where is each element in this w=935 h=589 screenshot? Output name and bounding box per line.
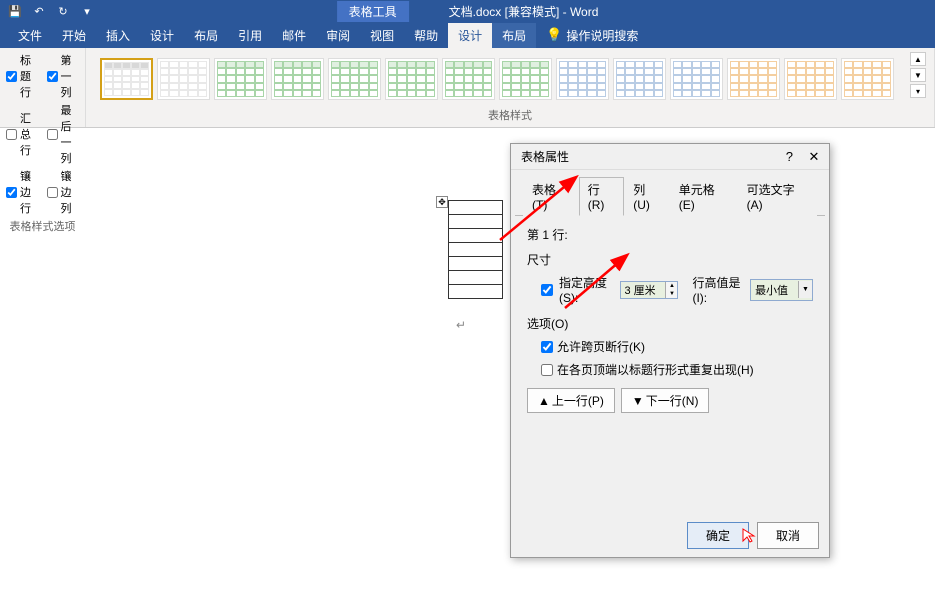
gallery-more-icon[interactable]: ▾ [910,84,926,98]
dialog-titlebar: 表格属性 ? ✕ [511,144,829,170]
height-spinner[interactable]: ▲ ▼ [620,281,678,299]
dialog-tab-alt[interactable]: 可选文字(A) [738,177,817,216]
ok-button[interactable]: 确定 [687,522,749,549]
save-icon[interactable]: 💾 [8,4,22,18]
group-label-styles: 表格样式 [94,105,926,123]
table-move-handle[interactable]: ✥ [436,196,448,208]
style-thumb-6[interactable] [385,58,438,100]
redo-icon[interactable]: ↻ [56,4,70,18]
group-table-style-options: 标题行 第一列 汇总行 最后一列 镶边行 镶边列 表格样式选项 [0,48,86,127]
dialog-tab-cell[interactable]: 单元格(E) [670,177,738,216]
style-thumb-1[interactable] [100,58,153,100]
context-tool-label: 表格工具 [337,1,409,22]
style-thumb-8[interactable] [499,58,552,100]
style-thumb-11[interactable] [670,58,723,100]
document-title: 文档.docx [兼容模式] - Word [449,3,599,20]
tab-layout[interactable]: 布局 [184,23,228,48]
check-banded-cols[interactable]: 镶边列 [47,168,80,216]
table-properties-dialog: 表格属性 ? ✕ 表格(T) 行(R) 列(U) 单元格(E) 可选文字(A) … [510,143,830,558]
title-center: 表格工具 文档.docx [兼容模式] - Word [337,1,599,22]
dialog-footer: 确定 取消 [687,522,819,549]
tab-help[interactable]: 帮助 [404,23,448,48]
tell-me-label: 操作说明搜索 [566,27,638,44]
check-last-col[interactable]: 最后一列 [47,102,80,166]
tell-me-search[interactable]: 💡 操作说明搜索 [546,27,638,44]
tab-mailings[interactable]: 邮件 [272,23,316,48]
cancel-button[interactable]: 取消 [757,522,819,549]
check-banded-rows[interactable]: 镶边行 [6,168,39,216]
style-thumb-13[interactable] [784,58,837,100]
up-arrow-icon: ▲ [538,394,550,408]
tab-insert[interactable]: 插入 [96,23,140,48]
group-label-options: 表格样式选项 [6,216,79,234]
gallery-down-icon[interactable]: ▼ [910,68,926,82]
style-thumb-5[interactable] [328,58,381,100]
dialog-close-icon[interactable]: ✕ [805,149,823,165]
down-arrow-icon: ▼ [632,394,644,408]
combo-value: 最小值 [751,280,798,300]
style-thumb-12[interactable] [727,58,780,100]
row-indicator: 第 1 行: [527,226,813,243]
tab-table-design[interactable]: 设计 [448,23,492,48]
style-options-grid: 标题行 第一列 汇总行 最后一列 镶边行 镶边列 [6,52,79,216]
dialog-tab-table[interactable]: 表格(T) [523,177,579,216]
specify-height-label: 指定高度(S): [559,274,614,305]
height-field-row: 指定高度(S): ▲ ▼ 行高值是(I): 最小值 ▼ [527,274,813,305]
group-table-styles: ▲ ▼ ▾ 表格样式 [86,48,935,127]
tab-file[interactable]: 文件 [8,23,52,48]
style-thumb-14[interactable] [841,58,894,100]
dialog-body: 第 1 行: 尺寸 指定高度(S): ▲ ▼ 行高值是(I): 最小值 ▼ 选项… [511,216,829,423]
check-first-col[interactable]: 第一列 [47,52,80,100]
tab-references[interactable]: 引用 [228,23,272,48]
repeat-header-check[interactable]: 在各页顶端以标题行形式重复出现(H) [541,361,813,378]
dialog-title-text: 表格属性 [521,148,569,165]
gallery-up-icon[interactable]: ▲ [910,52,926,66]
style-thumb-2[interactable] [157,58,210,100]
paragraph-mark-icon: ↵ [456,318,466,332]
spinner-up-icon[interactable]: ▲ [666,282,677,290]
tab-table-layout[interactable]: 布局 [492,23,536,48]
undo-icon[interactable]: ↶ [32,4,46,18]
titlebar: 💾 ↶ ↻ ▾ 表格工具 文档.docx [兼容模式] - Word [0,0,935,22]
tab-view[interactable]: 视图 [360,23,404,48]
check-total-row[interactable]: 汇总行 [6,102,39,166]
row-nav-buttons: ▲上一行(P) ▼下一行(N) [527,388,813,413]
combo-dropdown-icon[interactable]: ▼ [798,281,812,298]
size-section-label: 尺寸 [527,251,813,268]
row-height-is-label: 行高值是(I): [692,274,744,305]
height-input[interactable] [621,282,665,298]
options-section-label: 选项(O) [527,315,813,332]
style-thumb-7[interactable] [442,58,495,100]
tab-design[interactable]: 设计 [140,23,184,48]
specify-height-checkbox[interactable] [541,284,553,296]
styles-gallery-row [94,52,900,100]
tab-review[interactable]: 审阅 [316,23,360,48]
dialog-tabs: 表格(T) 行(R) 列(U) 单元格(E) 可选文字(A) [515,170,825,216]
gallery-scroll: ▲ ▼ ▾ [910,52,926,98]
spinner-down-icon[interactable]: ▼ [666,290,677,298]
bulb-icon: 💡 [546,27,562,43]
row-height-type-combo[interactable]: 最小值 ▼ [750,279,813,301]
ribbon: 标题行 第一列 汇总行 最后一列 镶边行 镶边列 表格样式选项 [0,48,935,128]
dialog-tab-column[interactable]: 列(U) [624,177,670,216]
quick-access-toolbar: 💾 ↶ ↻ ▾ [0,4,94,18]
style-thumb-10[interactable] [613,58,666,100]
ribbon-tabs: 文件 开始 插入 设计 布局 引用 邮件 审阅 视图 帮助 设计 布局 💡 操作… [0,22,935,48]
qat-more-icon[interactable]: ▾ [80,4,94,18]
style-thumb-9[interactable] [556,58,609,100]
prev-row-button[interactable]: ▲上一行(P) [527,388,615,413]
next-row-button[interactable]: ▼下一行(N) [621,388,710,413]
check-header-row[interactable]: 标题行 [6,52,39,100]
style-thumb-3[interactable] [214,58,267,100]
tab-home[interactable]: 开始 [52,23,96,48]
document-table[interactable] [448,200,503,299]
style-thumb-4[interactable] [271,58,324,100]
dialog-tab-row[interactable]: 行(R) [579,177,625,216]
allow-break-check[interactable]: 允许跨页断行(K) [541,338,813,355]
dialog-help-icon[interactable]: ? [786,149,793,164]
